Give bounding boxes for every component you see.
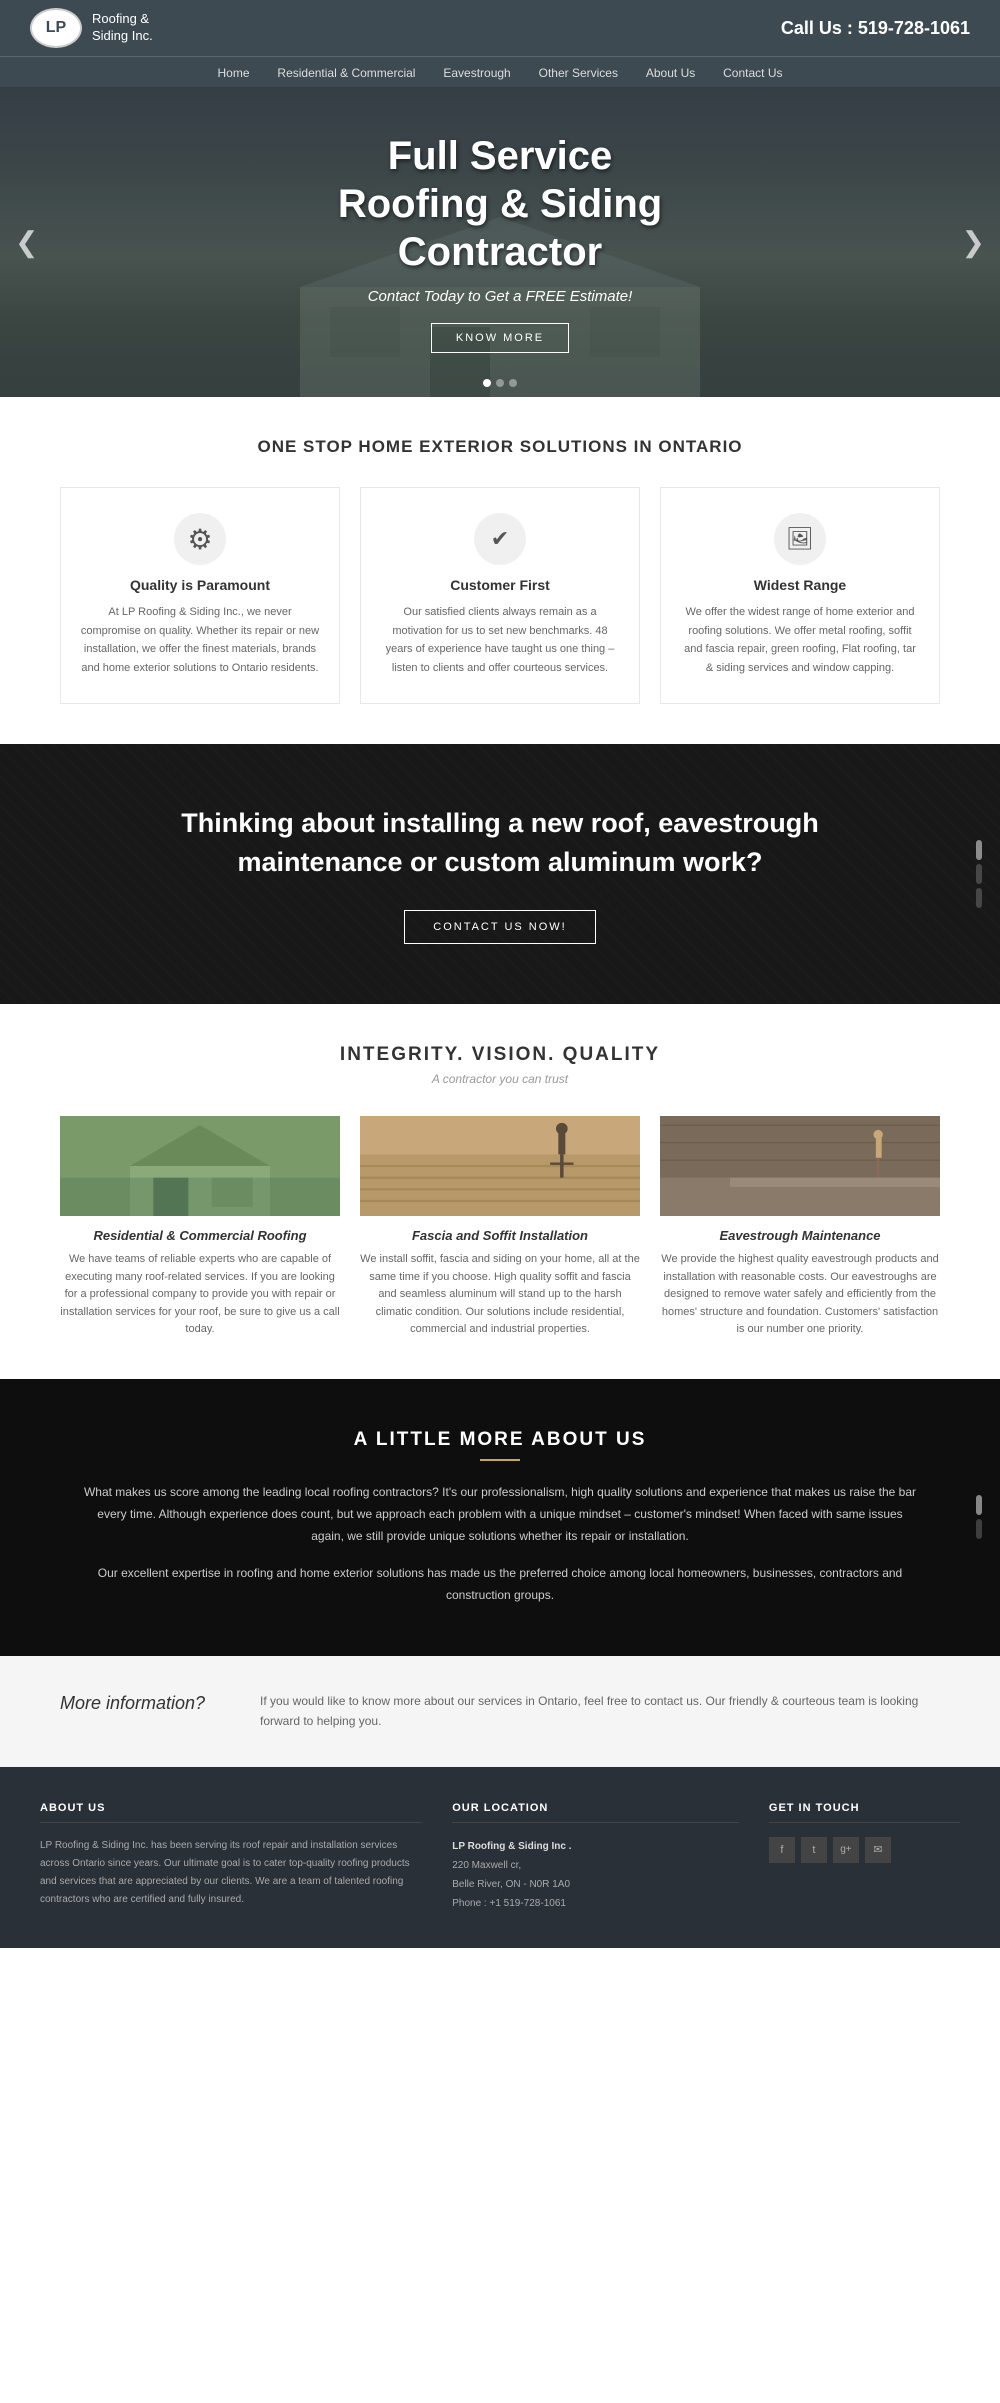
- footer: ABOUT US LP Roofing & Siding Inc. has be…: [0, 1767, 1000, 1948]
- about-para-1: What makes us score among the leading lo…: [80, 1481, 920, 1548]
- cta-content: Thinking about installing a new roof, ea…: [0, 744, 1000, 1004]
- feature-card-customer: ✔ Customer First Our satisfied clients a…: [360, 487, 640, 704]
- feature-title-range: Widest Range: [679, 577, 921, 593]
- footer-about-title: ABOUT US: [40, 1802, 422, 1823]
- footer-address-line2: Belle River, ON - N0R 1A0: [452, 1875, 739, 1894]
- about-content: A LITTLE MORE ABOUT US What makes us sco…: [0, 1379, 1000, 1656]
- about-heading: A LITTLE MORE ABOUT US: [80, 1429, 920, 1451]
- nav-eavestrough[interactable]: Eavestrough: [443, 66, 510, 80]
- more-info-section: More information? If you would like to k…: [0, 1656, 1000, 1767]
- about-section: A LITTLE MORE ABOUT US What makes us sco…: [0, 1379, 1000, 1656]
- cta-heading: Thinking about installing a new roof, ea…: [100, 804, 900, 882]
- service-text-eavestrough: We provide the highest quality eavestrou…: [660, 1251, 940, 1339]
- footer-contact-col: GET IN TOUCH f t g+ ✉: [769, 1802, 960, 1913]
- feature-title-quality: Quality is Paramount: [79, 577, 321, 593]
- footer-about-text: LP Roofing & Siding Inc. has been servin…: [40, 1837, 422, 1909]
- service-fascia: Fascia and Soffit Installation We instal…: [360, 1116, 640, 1339]
- service-img-fascia: [360, 1116, 640, 1216]
- service-img-eavestrough: [660, 1116, 940, 1216]
- eavestrough-icon: [660, 1116, 940, 1216]
- scroll-indicator: [976, 840, 982, 908]
- more-info-text: If you would like to know more about our…: [260, 1691, 940, 1732]
- logo-oval: LP: [30, 8, 82, 48]
- more-info-label: More information?: [60, 1691, 220, 1714]
- feature-text-range: We offer the widest range of home exteri…: [679, 603, 921, 678]
- feature-card-range: 🖼 Widest Range We offer the widest range…: [660, 487, 940, 704]
- footer-address: LP Roofing & Siding Inc . 220 Maxwell cr…: [452, 1837, 739, 1913]
- house-icon-residential: [60, 1116, 340, 1216]
- hero-section: Full Service Roofing & Siding Contractor…: [0, 87, 1000, 397]
- company-name: Roofing & Siding Inc.: [92, 11, 153, 45]
- service-text-residential: We have teams of reliable experts who ar…: [60, 1251, 340, 1339]
- know-more-button[interactable]: KNOW MORE: [431, 323, 569, 353]
- footer-location-col: OUR LOCATION LP Roofing & Siding Inc . 2…: [452, 1802, 739, 1913]
- about-scroll-indicator: [976, 1495, 982, 1539]
- header: LP Roofing & Siding Inc. Call Us : 519-7…: [0, 0, 1000, 56]
- service-title-eavestrough: Eavestrough Maintenance: [660, 1228, 940, 1243]
- hero-heading: Full Service Roofing & Siding Contractor: [338, 132, 662, 276]
- social-icons-row: f t g+ ✉: [769, 1837, 960, 1863]
- feature-card-quality: ⚙ Quality is Paramount At LP Roofing & S…: [60, 487, 340, 704]
- customer-icon: ✔: [474, 513, 526, 565]
- quality-icon: ⚙: [174, 513, 226, 565]
- service-title-residential: Residential & Commercial Roofing: [60, 1228, 340, 1243]
- footer-grid: ABOUT US LP Roofing & Siding Inc. has be…: [40, 1802, 960, 1913]
- cta-section: Thinking about installing a new roof, ea…: [0, 744, 1000, 1004]
- social-googleplus[interactable]: g+: [833, 1837, 859, 1863]
- footer-address-line1: 220 Maxwell cr,: [452, 1856, 739, 1875]
- feature-title-customer: Customer First: [379, 577, 621, 593]
- service-residential: Residential & Commercial Roofing We have…: [60, 1116, 340, 1339]
- range-icon: 🖼: [774, 513, 826, 565]
- hero-dot-2[interactable]: [496, 379, 504, 387]
- footer-about-col: ABOUT US LP Roofing & Siding Inc. has be…: [40, 1802, 422, 1913]
- one-stop-heading: ONE STOP HOME EXTERIOR SOLUTIONS IN ONTA…: [60, 437, 940, 457]
- contact-now-button[interactable]: CONTACT US NOW!: [404, 910, 595, 944]
- hero-dots: [483, 379, 517, 387]
- about-para-2: Our excellent expertise in roofing and h…: [80, 1562, 920, 1606]
- social-email[interactable]: ✉: [865, 1837, 891, 1863]
- service-text-fascia: We install soffit, fascia and siding on …: [360, 1251, 640, 1339]
- feature-text-customer: Our satisfied clients always remain as a…: [379, 603, 621, 678]
- integrity-subheading: A contractor you can trust: [60, 1072, 940, 1086]
- features-grid: ⚙ Quality is Paramount At LP Roofing & S…: [60, 487, 940, 704]
- footer-phone: Phone : +1 519-728-1061: [452, 1894, 739, 1913]
- hero-subheading: Contact Today to Get a FREE Estimate!: [338, 288, 662, 305]
- one-stop-section: ONE STOP HOME EXTERIOR SOLUTIONS IN ONTA…: [0, 397, 1000, 744]
- services-grid: Residential & Commercial Roofing We have…: [60, 1116, 940, 1339]
- service-eavestrough: Eavestrough Maintenance We provide the h…: [660, 1116, 940, 1339]
- social-facebook[interactable]: f: [769, 1837, 795, 1863]
- nav-residential[interactable]: Residential & Commercial: [277, 66, 415, 80]
- service-img-residential: [60, 1116, 340, 1216]
- hero-next-arrow[interactable]: ❯: [962, 226, 985, 259]
- footer-company-name: LP Roofing & Siding Inc .: [452, 1837, 739, 1856]
- footer-contact-title: GET IN TOUCH: [769, 1802, 960, 1823]
- service-title-fascia: Fascia and Soffit Installation: [360, 1228, 640, 1243]
- nav-contact[interactable]: Contact Us: [723, 66, 782, 80]
- fascia-icon: [360, 1116, 640, 1216]
- about-underline: [480, 1459, 520, 1461]
- nav-other-services[interactable]: Other Services: [539, 66, 618, 80]
- feature-text-quality: At LP Roofing & Siding Inc., we never co…: [79, 603, 321, 678]
- nav-about[interactable]: About Us: [646, 66, 695, 80]
- call-us: Call Us : 519-728-1061: [781, 18, 970, 39]
- social-twitter[interactable]: t: [801, 1837, 827, 1863]
- navigation: Home Residential & Commercial Eavestroug…: [0, 56, 1000, 87]
- hero-prev-arrow[interactable]: ❮: [15, 226, 38, 259]
- logo-area: LP Roofing & Siding Inc.: [30, 8, 153, 48]
- hero-content: Full Service Roofing & Siding Contractor…: [258, 132, 742, 353]
- footer-location-title: OUR LOCATION: [452, 1802, 739, 1823]
- hero-dot-1[interactable]: [483, 379, 491, 387]
- hero-dot-3[interactable]: [509, 379, 517, 387]
- integrity-heading: INTEGRITY. VISION. QUALITY: [60, 1044, 940, 1066]
- integrity-section: INTEGRITY. VISION. QUALITY A contractor …: [0, 1004, 1000, 1379]
- nav-home[interactable]: Home: [218, 66, 250, 80]
